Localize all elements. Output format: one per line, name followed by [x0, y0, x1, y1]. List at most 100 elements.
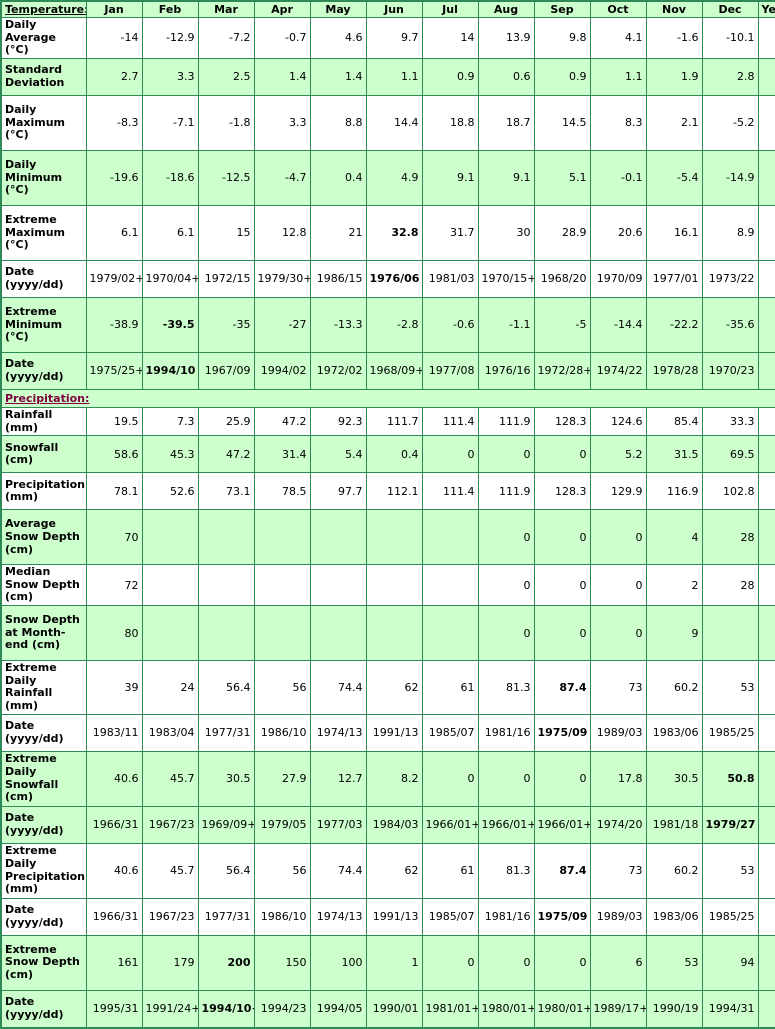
- cell-oct: 0: [589, 509, 647, 566]
- cell-sep: 0.9: [533, 57, 591, 96]
- table-row: Snow Depth at Month-end (cm)800009D: [0, 605, 775, 662]
- cell-aug: 1970/15+: [477, 259, 535, 298]
- cell-apr: [253, 564, 311, 607]
- cell-mar: [197, 509, 255, 566]
- table-row: Rainfall (mm) 19.5 7.3 25.9 47.2 92.3 111.7 111…: [0, 406, 775, 437]
- cell-jul: 9.1: [421, 149, 479, 206]
- cell-oct: 73: [589, 660, 647, 715]
- cell-dec: 69.5: [701, 435, 759, 474]
- table-row: Extreme Snow Depth (cm) 161 179 200 150 100 1 0…: [0, 934, 775, 991]
- cell-jun: 1976/06: [365, 259, 423, 298]
- cell-year: [757, 934, 775, 991]
- section-row-precipitation: Precipitation:: [0, 388, 775, 408]
- cell-sep: 9.8: [533, 17, 591, 59]
- cell-jun: 111.7: [365, 406, 423, 437]
- row-label: Date (yyyy/dd): [0, 259, 87, 298]
- cell-oct: 4.1: [589, 17, 647, 59]
- cell-feb: [141, 564, 199, 607]
- cell-year: [757, 564, 775, 607]
- cell-dec: 28: [701, 564, 759, 607]
- cell-year: [757, 17, 775, 59]
- cell-may: -13.3: [309, 296, 367, 353]
- cell-jun: 1: [365, 934, 423, 991]
- cell-mar: 56.4: [197, 842, 255, 899]
- cell-aug: -1.1: [477, 296, 535, 353]
- cell-year: [757, 57, 775, 96]
- cell-dec: 50.8: [701, 750, 759, 807]
- cell-year: [757, 989, 775, 1029]
- cell-may: [309, 509, 367, 566]
- cell-year: [757, 406, 775, 437]
- cell-aug: 18.7: [477, 94, 535, 151]
- cell-apr: 27.9: [253, 750, 311, 807]
- cell-dec: 1985/25: [701, 897, 759, 936]
- cell-jan: 1966/31: [85, 805, 143, 844]
- cell-jul: 1977/08: [421, 351, 479, 390]
- cell-jun: [365, 564, 423, 607]
- table-row: Extreme Daily Rainfall (mm) 39 24 56.4 56 74.…: [0, 660, 775, 715]
- header-row: Temperature: Jan Feb Mar Apr May Jun Jul Aug Sep…: [0, 0, 775, 18]
- cell-nov: 30.5: [645, 750, 703, 807]
- cell-jun: 1984/03: [365, 805, 423, 844]
- cell-apr: 56: [253, 660, 311, 715]
- cell-feb: 3.3: [141, 57, 199, 96]
- table-body: Daily Average (°C) -14 -12.9 -7.2 -0.7 4.6 9.7…: [0, 17, 775, 1029]
- cell-oct: 1970/09: [589, 259, 647, 298]
- cell-jul: 1966/01+: [421, 805, 479, 844]
- cell-apr: 1986/10: [253, 897, 311, 936]
- table-row: Extreme Minimum (°C) -38.9 -39.5 -35 -27 -13.…: [0, 296, 775, 353]
- table-row: Extreme Daily Snowfall (cm) 40.6 45.7 30.5 2…: [0, 750, 775, 807]
- table-row: Date (yyyy/dd) 1966/31 1967/23 1969/09+ 1979…: [0, 805, 775, 844]
- cell-aug: 0: [477, 605, 535, 662]
- cell-jan: 1975/25+: [85, 351, 143, 390]
- cell-sep: 0: [533, 934, 591, 991]
- cell-jan: 161: [85, 934, 143, 991]
- cell-jan: 80: [85, 605, 143, 662]
- cell-nov: 2.1: [645, 94, 703, 151]
- cell-jul: 31.7: [421, 204, 479, 261]
- cell-year: [757, 204, 775, 261]
- cell-dec: 1970/23: [701, 351, 759, 390]
- cell-mar: 200: [197, 934, 255, 991]
- cell-mar: 25.9: [197, 406, 255, 437]
- row-label: Date (yyyy/dd): [0, 713, 87, 752]
- cell-jul: 0: [421, 934, 479, 991]
- cell-may: 74.4: [309, 842, 367, 899]
- cell-oct: 1.1: [589, 57, 647, 96]
- cell-jun: 1968/09+: [365, 351, 423, 390]
- cell-jul: 1981/01+: [421, 989, 479, 1029]
- row-label: Date (yyyy/dd): [0, 805, 87, 844]
- cell-year: [757, 805, 775, 844]
- cell-jul: 61: [421, 660, 479, 715]
- cell-mar: 47.2: [197, 435, 255, 474]
- cell-year: [757, 897, 775, 936]
- cell-jun: 1991/13: [365, 897, 423, 936]
- cell-may: 1986/15: [309, 259, 367, 298]
- cell-oct: 124.6: [589, 406, 647, 437]
- cell-feb: -18.6: [141, 149, 199, 206]
- cell-mar: 15: [197, 204, 255, 261]
- cell-jul: 18.8: [421, 94, 479, 151]
- cell-feb: 1994/10: [141, 351, 199, 390]
- cell-aug: 9.1: [477, 149, 535, 206]
- column-header-year: Year: [757, 0, 775, 18]
- cell-mar: 1977/31: [197, 713, 255, 752]
- row-label: Extreme Daily Precipitation (mm): [0, 842, 87, 899]
- cell-dec: 33.3: [701, 406, 759, 437]
- cell-aug: 1980/01+: [477, 989, 535, 1029]
- cell-jun: 1990/01: [365, 989, 423, 1029]
- column-header-sep: Sep: [533, 0, 591, 18]
- column-header-aug: Aug: [477, 0, 535, 18]
- cell-may: 8.8: [309, 94, 367, 151]
- cell-may: 1.4: [309, 57, 367, 96]
- cell-year: [757, 149, 775, 206]
- cell-jan: 1979/02+: [85, 259, 143, 298]
- cell-jul: 0.9: [421, 57, 479, 96]
- row-label: Rainfall (mm): [0, 406, 87, 437]
- column-header-feb: Feb: [141, 0, 199, 18]
- cell-jan: -14: [85, 17, 143, 59]
- cell-jul: 111.4: [421, 472, 479, 511]
- cell-oct: 0: [589, 564, 647, 607]
- cell-year: [757, 94, 775, 151]
- cell-jul: 1981/03: [421, 259, 479, 298]
